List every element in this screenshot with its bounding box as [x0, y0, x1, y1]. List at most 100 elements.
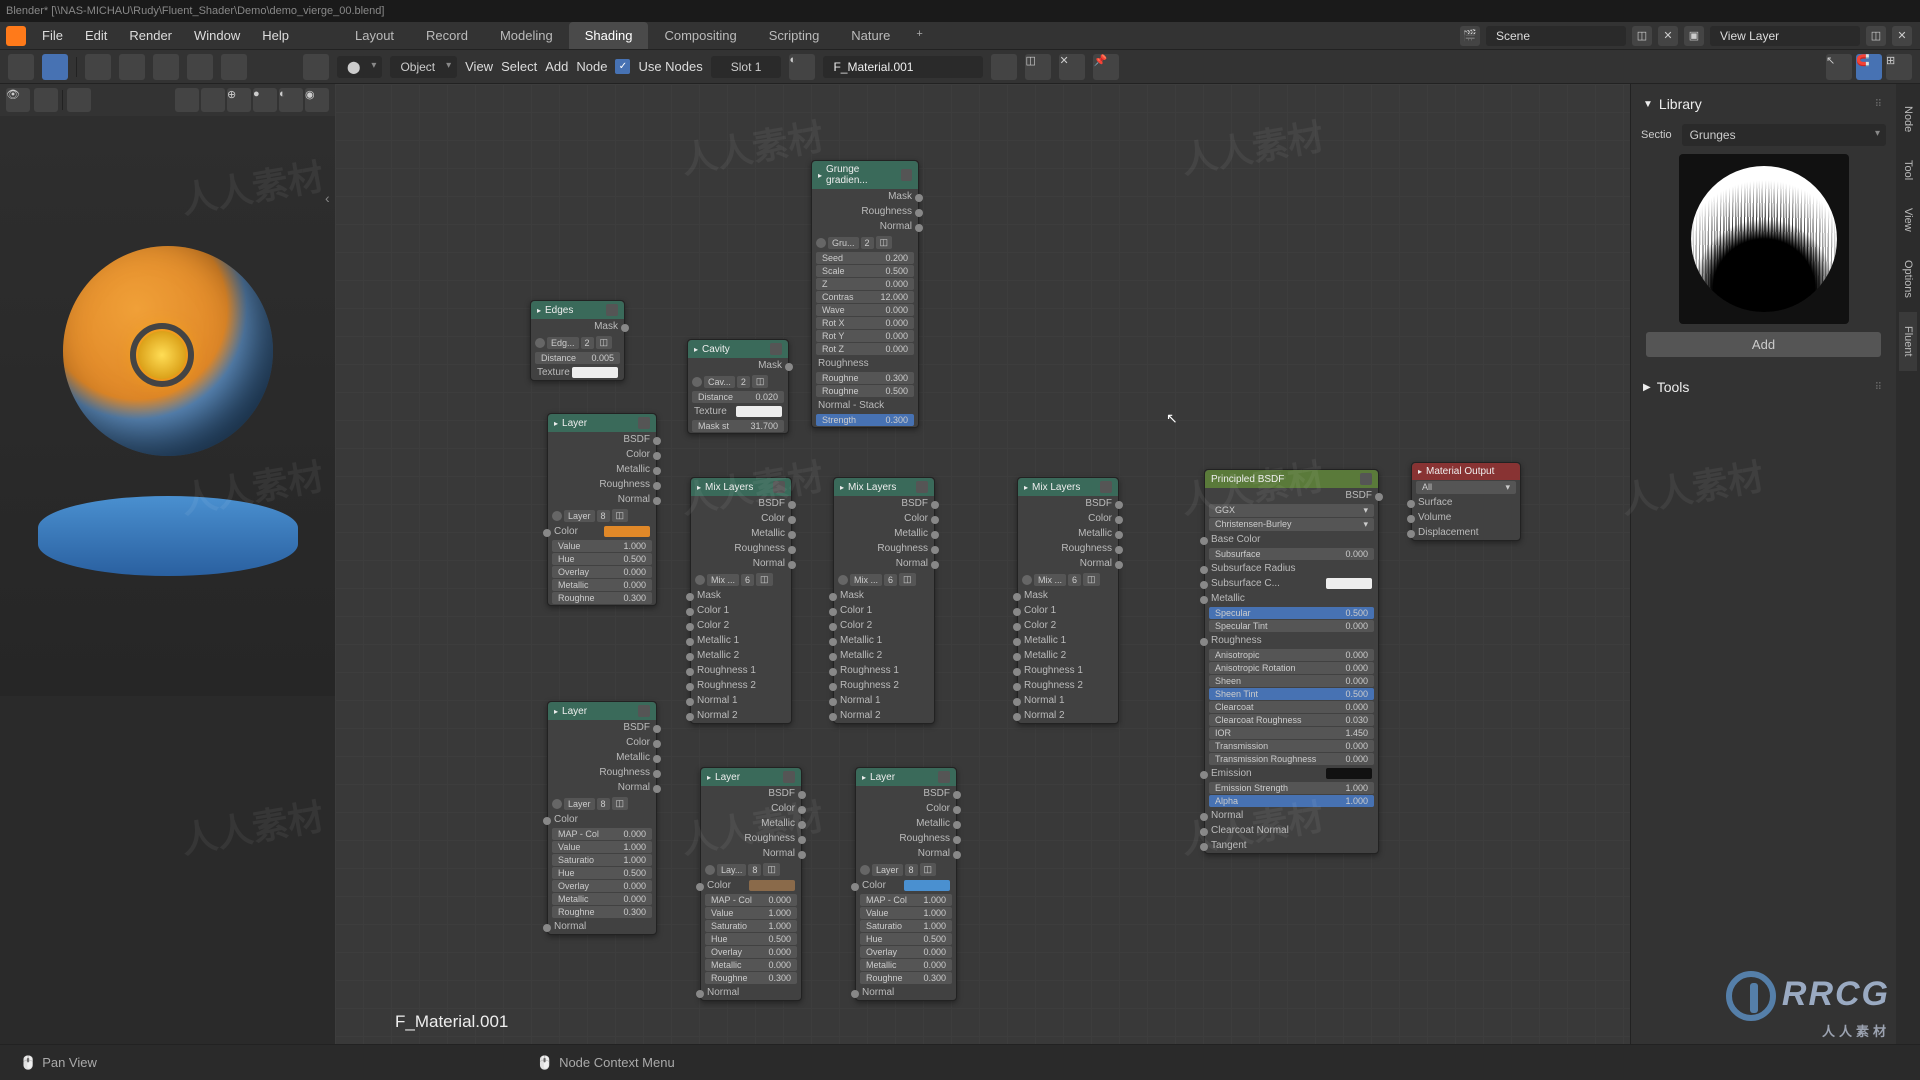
node-header[interactable]: ▸Mix Layers	[834, 478, 934, 496]
vtab-fluent[interactable]: Fluent	[1899, 312, 1917, 371]
node-mix-1[interactable]: ▸Mix Layers BSDF Color Metallic Roughnes…	[690, 477, 792, 724]
node-edges[interactable]: ▸Edges Mask Edg...2◫ Distance0.005 Textu…	[530, 300, 625, 381]
node-header[interactable]: ▸Material Output	[1412, 463, 1520, 480]
editor-type-icon[interactable]	[303, 54, 329, 80]
ws-layout[interactable]: Layout	[339, 22, 410, 49]
menu-view[interactable]: View	[465, 59, 493, 74]
ws-scripting[interactable]: Scripting	[753, 22, 836, 49]
vtab-tool[interactable]: Tool	[1899, 146, 1917, 194]
vp-render-icon[interactable]: ◉	[305, 88, 329, 112]
select-mode-4-icon[interactable]	[187, 54, 213, 80]
vp-mode-icon[interactable]	[34, 88, 58, 112]
delete-scene-icon[interactable]: ✕	[1658, 26, 1678, 46]
node-mix-3[interactable]: ▸Mix Layers BSDF Color Metallic Roughnes…	[1017, 477, 1119, 724]
node-layer-1[interactable]: ▸Layer BSDF Color Metallic Roughness Nor…	[547, 413, 657, 606]
menu-window[interactable]: Window	[194, 28, 240, 43]
library-header[interactable]: ▼Library ⠿	[1641, 90, 1886, 118]
scene-field[interactable]: Scene	[1486, 26, 1626, 46]
vp-sel-icon[interactable]	[67, 88, 91, 112]
grunge-preview[interactable]	[1679, 154, 1849, 324]
select-mode-5-icon[interactable]	[221, 54, 247, 80]
menu-file[interactable]: File	[42, 28, 63, 43]
shield-icon[interactable]	[991, 54, 1017, 80]
node-material-output[interactable]: ▸Material Output All▾ Surface Volume Dis…	[1411, 462, 1521, 541]
menu-add[interactable]: Add	[545, 59, 568, 74]
node-header[interactable]: Principled BSDF	[1205, 470, 1378, 488]
vp-wire-icon[interactable]: ⊕	[227, 88, 251, 112]
new-scene-icon[interactable]: ◫	[1632, 26, 1652, 46]
rrcg-watermark: RRCG人人素材	[1726, 971, 1890, 1040]
unlink-material-icon[interactable]: ✕	[1059, 54, 1085, 80]
node-header[interactable]: ▸Cavity	[688, 340, 788, 358]
overlay-icon[interactable]: ⊞	[1886, 54, 1912, 80]
vp-editor-icon[interactable]: 👁	[6, 88, 30, 112]
parent-node-icon[interactable]: ↖	[1826, 54, 1852, 80]
ws-nature[interactable]: Nature	[835, 22, 906, 49]
new-viewlayer-icon[interactable]: ◫	[1866, 26, 1886, 46]
viewlayer-field[interactable]: View Layer	[1710, 26, 1860, 46]
node-layer-3[interactable]: ▸Layer BSDF Color Metallic Roughness Nor…	[700, 767, 802, 1001]
node-header[interactable]: ▸Layer	[701, 768, 801, 786]
node-principled-bsdf[interactable]: Principled BSDF BSDF GGX▾ Christensen-Bu…	[1204, 469, 1379, 854]
menu-node[interactable]: Node	[576, 59, 607, 74]
menu-help[interactable]: Help	[262, 28, 289, 43]
node-layer-2[interactable]: ▸Layer BSDF Color Metallic Roughness Nor…	[547, 701, 657, 935]
vp-solid-icon[interactable]: ●	[253, 88, 277, 112]
vtab-options[interactable]: Options	[1899, 246, 1917, 312]
ws-modeling[interactable]: Modeling	[484, 22, 569, 49]
slot-dropdown[interactable]: Slot 1	[711, 56, 782, 78]
copy-material-icon[interactable]: ◫	[1025, 54, 1051, 80]
main-menu: File Edit Render Window Help	[32, 28, 299, 43]
ws-add-button[interactable]: +	[906, 22, 932, 49]
node-header[interactable]: ▸Layer	[856, 768, 956, 786]
material-name-field[interactable]: F_Material.001	[823, 56, 983, 78]
use-nodes-checkbox[interactable]: ✓	[615, 59, 630, 74]
tools-header[interactable]: ▶Tools ⠿	[1641, 373, 1886, 401]
collapse-icon[interactable]: ‹	[325, 190, 330, 206]
node-grunge[interactable]: ▸Grunge gradien... Mask Roughness Normal…	[811, 160, 919, 428]
rendered-object	[28, 206, 308, 606]
select-mode-3-icon[interactable]	[153, 54, 179, 80]
select-tool-icon[interactable]	[42, 54, 68, 80]
node-editor[interactable]: ▸Edges Mask Edg...2◫ Distance0.005 Textu…	[335, 84, 1630, 1044]
node-header[interactable]: ▸Layer	[548, 702, 656, 720]
node-header[interactable]: ▸Mix Layers	[691, 478, 791, 496]
section-dropdown[interactable]: Grunges	[1682, 124, 1886, 146]
blender-icon[interactable]	[6, 26, 26, 46]
viewport-header: 👁 ⊕ ● ◐ ◉	[0, 84, 335, 116]
object-mode-dropdown[interactable]: Object	[390, 56, 457, 78]
ws-shading[interactable]: Shading	[569, 22, 649, 49]
node-header[interactable]: ▸Edges	[531, 301, 624, 319]
node-cavity[interactable]: ▸Cavity Mask Cav...2◫ Distance0.020 Text…	[687, 339, 789, 434]
menu-select[interactable]: Select	[501, 59, 537, 74]
ws-compositing[interactable]: Compositing	[648, 22, 752, 49]
scene-icon[interactable]: 🎬	[1460, 26, 1480, 46]
pin-icon[interactable]: 📌	[1093, 54, 1119, 80]
viewlayer-icon[interactable]: ▣	[1684, 26, 1704, 46]
material-browse-icon[interactable]: ◐	[789, 54, 815, 80]
menu-render[interactable]: Render	[129, 28, 172, 43]
vtab-view[interactable]: View	[1899, 194, 1917, 246]
node-header[interactable]: ▸Grunge gradien...	[812, 161, 918, 189]
node-layer-4[interactable]: ▸Layer BSDF Color Metallic Roughness Nor…	[855, 767, 957, 1001]
node-mix-2[interactable]: ▸Mix Layers BSDF Color Metallic Roughnes…	[833, 477, 935, 724]
menu-edit[interactable]: Edit	[85, 28, 107, 43]
node-header[interactable]: ▸Layer	[548, 414, 656, 432]
vtab-node[interactable]: Node	[1899, 92, 1917, 146]
shader-type-dropdown[interactable]: ⬤	[337, 56, 382, 78]
cursor-tool-icon[interactable]	[8, 54, 34, 80]
vp-matprev-icon[interactable]: ◐	[279, 88, 303, 112]
select-mode-1-icon[interactable]	[85, 54, 111, 80]
select-mode-2-icon[interactable]	[119, 54, 145, 80]
add-button[interactable]: Add	[1646, 332, 1881, 357]
snap-icon[interactable]: 🧲	[1856, 54, 1882, 80]
vp-gizmo-icon[interactable]	[175, 88, 199, 112]
viewport-canvas[interactable]	[0, 116, 335, 696]
separator	[76, 57, 77, 77]
mouse-icon: 🖱️	[537, 1055, 553, 1071]
vp-overlay-icon[interactable]	[201, 88, 225, 112]
ws-record[interactable]: Record	[410, 22, 484, 49]
delete-viewlayer-icon[interactable]: ✕	[1892, 26, 1912, 46]
window-titlebar: Blender* [\\NAS-MICHAU\Rudy\Fluent_Shade…	[0, 0, 1920, 22]
node-header[interactable]: ▸Mix Layers	[1018, 478, 1118, 496]
